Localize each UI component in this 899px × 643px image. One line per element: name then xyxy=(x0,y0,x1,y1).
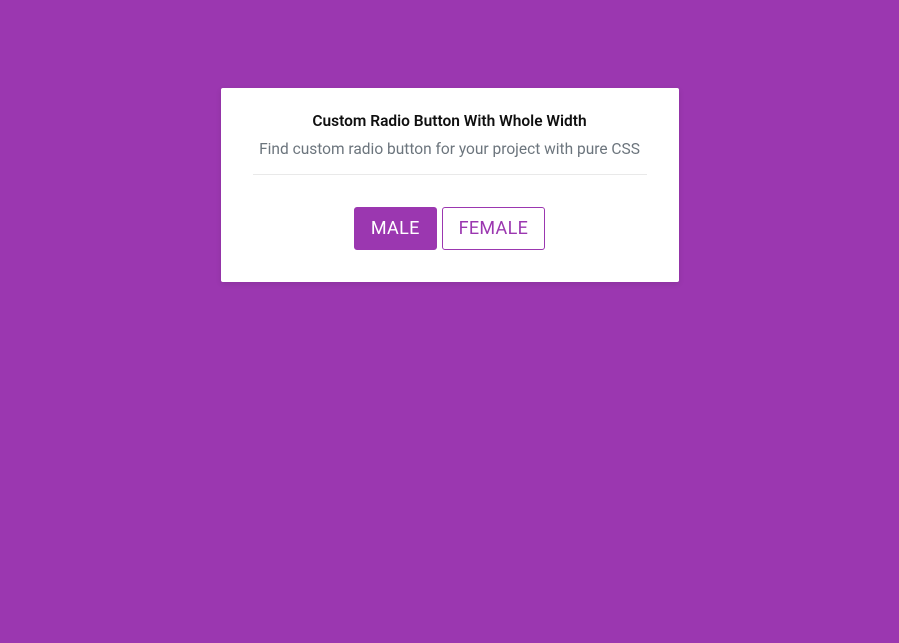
radio-label: MALE xyxy=(371,218,420,239)
radio-option-male[interactable]: MALE xyxy=(354,207,437,250)
card-subheading: Find custom radio button for your projec… xyxy=(253,140,647,158)
radio-label: FEMALE xyxy=(459,218,529,239)
form-card: Custom Radio Button With Whole Width Fin… xyxy=(221,88,679,282)
divider xyxy=(253,174,647,175)
radio-option-female[interactable]: FEMALE xyxy=(442,207,546,250)
gender-radio-group: MALE FEMALE xyxy=(253,207,647,250)
card-heading: Custom Radio Button With Whole Width xyxy=(253,112,647,130)
